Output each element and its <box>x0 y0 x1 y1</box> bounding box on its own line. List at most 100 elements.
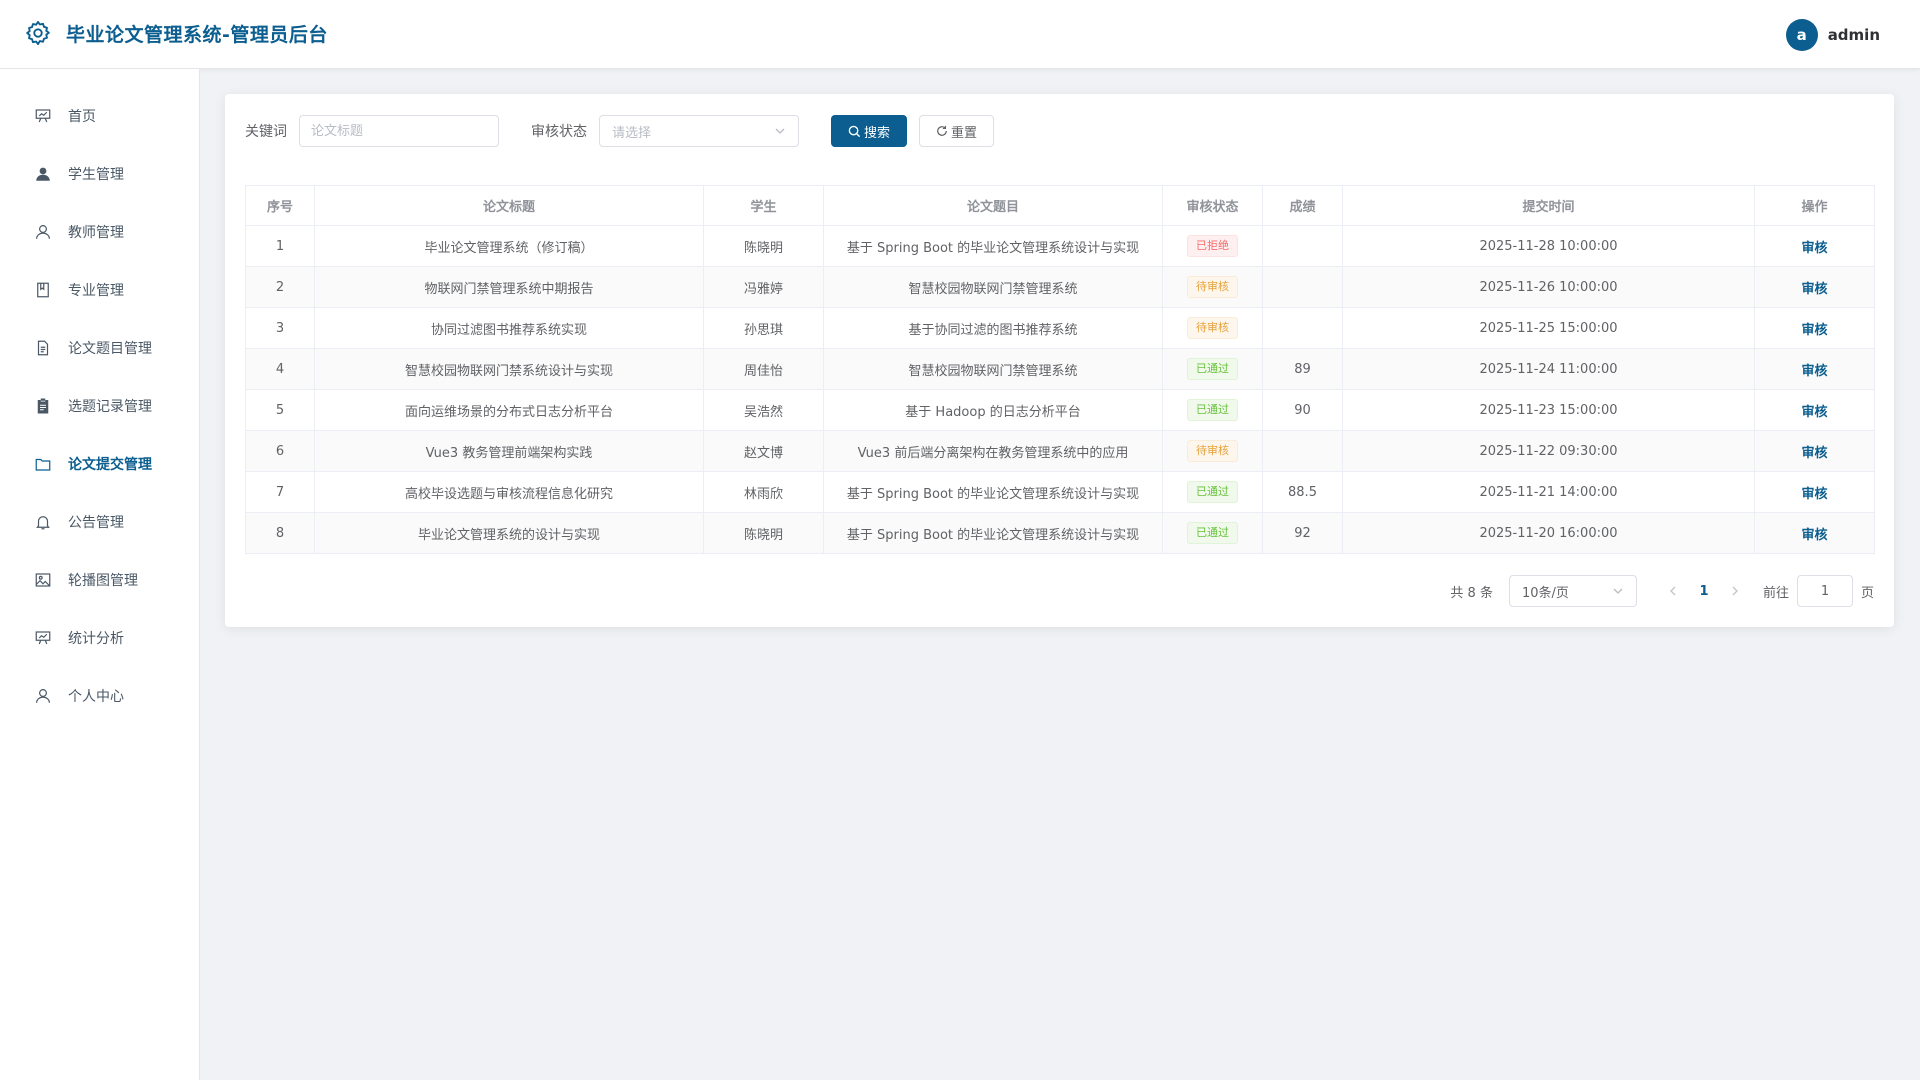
user-icon <box>36 689 50 703</box>
table-row: 3 协同过滤图书推荐系统实现 孙思琪 基于协同过滤的图书推荐系统 待审核 2025-11-… <box>245 307 1875 349</box>
column-header: 审核状态 <box>1162 185 1263 226</box>
sidebar-item-label: 轮播图管理 <box>68 573 138 589</box>
sidebar-item-submissions[interactable]: 论文提交管理 <box>0 435 199 493</box>
page-number-current[interactable]: 1 <box>1687 575 1721 607</box>
next-page-button[interactable] <box>1721 575 1749 607</box>
status-badge: 已通过 <box>1187 358 1238 380</box>
sidebar-item-label: 学生管理 <box>68 167 124 183</box>
chart-icon <box>35 631 51 645</box>
cell-action: 审核 <box>1754 266 1875 308</box>
cell-score: 88.5 <box>1262 471 1343 513</box>
column-header: 学生 <box>703 185 824 226</box>
review-link[interactable]: 审核 <box>1801 282 1827 297</box>
column-header: 提交时间 <box>1342 185 1755 226</box>
sidebar-item-majors[interactable]: 专业管理 <box>0 261 199 319</box>
column-header: 论文题目 <box>823 185 1163 226</box>
notebook-icon <box>37 282 49 298</box>
prev-page-button[interactable] <box>1659 575 1687 607</box>
keyword-input[interactable] <box>299 115 499 147</box>
cell-status: 已通过 <box>1162 389 1263 431</box>
table-header-row: 序号 论文标题 学生 论文题目 审核状态 成绩 提交时间 操作 <box>245 185 1875 226</box>
cell-index: 7 <box>245 471 315 513</box>
sidebar-item-label: 教师管理 <box>68 225 124 241</box>
cell-status: 已拒绝 <box>1162 225 1263 267</box>
cell-title: 毕业论文管理系统的设计与实现 <box>314 512 704 554</box>
sidebar-item-statistics[interactable]: 统计分析 <box>0 609 199 667</box>
avatar[interactable]: a <box>1785 19 1818 51</box>
cell-topic: 基于协同过滤的图书推荐系统 <box>823 307 1163 349</box>
page-unit-label: 页 <box>1860 585 1874 601</box>
filter-bar: 关键词 审核状态 请选择 搜索 重置 <box>245 115 995 147</box>
cell-time: 2025-11-26 10:00:00 <box>1342 266 1755 308</box>
table-row: 4 智慧校园物联网门禁系统设计与实现 周佳怡 智慧校园物联网门禁管理系统 已通过 89 20… <box>245 348 1875 390</box>
cell-action: 审核 <box>1754 471 1875 513</box>
review-link[interactable]: 审核 <box>1801 241 1827 256</box>
cell-index: 3 <box>245 307 315 349</box>
sidebar-item-topics[interactable]: 论文题目管理 <box>0 319 199 377</box>
sidebar-item-profile[interactable]: 个人中心 <box>0 667 199 725</box>
cell-time: 2025-11-25 15:00:00 <box>1342 307 1755 349</box>
table-row: 7 高校毕设选题与审核流程信息化研究 林雨欣 基于 Spring Boot 的毕业论文… <box>245 471 1875 513</box>
review-link[interactable]: 审核 <box>1801 364 1827 379</box>
status-badge: 已通过 <box>1187 481 1238 503</box>
keyword-label: 关键词 <box>245 124 287 140</box>
table-row: 5 面向运维场景的分布式日志分析平台 吴浩然 基于 Hadoop 的日志分析平台 已通过… <box>245 389 1875 431</box>
page-size-select[interactable]: 10条/页 <box>1508 575 1637 607</box>
review-link[interactable]: 审核 <box>1801 528 1827 543</box>
status-badge: 已通过 <box>1187 399 1238 421</box>
cell-time: 2025-11-24 11:00:00 <box>1342 348 1755 390</box>
goto-page-input[interactable] <box>1796 575 1853 607</box>
cell-score: 92 <box>1262 512 1343 554</box>
table-row: 6 Vue3 教务管理前端架构实践 赵文博 Vue3 前后端分离架构在教务管理系统中的… <box>245 430 1875 472</box>
status-select[interactable]: 请选择 <box>599 115 799 147</box>
search-icon <box>848 125 861 137</box>
cell-title: 物联网门禁管理系统中期报告 <box>314 266 704 308</box>
status-badge: 已拒绝 <box>1187 235 1238 257</box>
cell-student: 赵文博 <box>703 430 824 472</box>
cell-time: 2025-11-23 15:00:00 <box>1342 389 1755 431</box>
cell-student: 孙思琪 <box>703 307 824 349</box>
cell-topic: 基于 Hadoop 的日志分析平台 <box>823 389 1163 431</box>
status-label: 审核状态 <box>531 124 587 140</box>
sidebar-item-students[interactable]: 学生管理 <box>0 145 199 203</box>
cell-action: 审核 <box>1754 348 1875 390</box>
sidebar-item-home[interactable]: 首页 <box>0 87 199 145</box>
status-badge: 待审核 <box>1187 276 1238 298</box>
review-link[interactable]: 审核 <box>1801 487 1827 502</box>
cell-title: 面向运维场景的分布式日志分析平台 <box>314 389 704 431</box>
user-menu[interactable]: a admin <box>1785 19 1880 51</box>
cell-student: 吴浩然 <box>703 389 824 431</box>
sidebar-item-announcements[interactable]: 公告管理 <box>0 493 199 551</box>
brand: 毕业论文管理系统-管理员后台 <box>24 19 328 47</box>
cell-index: 2 <box>245 266 315 308</box>
table-row: 8 毕业论文管理系统的设计与实现 陈晓明 基于 Spring Boot 的毕业论文管理… <box>245 512 1875 554</box>
cell-title: 协同过滤图书推荐系统实现 <box>314 307 704 349</box>
submission-card: 关键词 审核状态 请选择 搜索 重置 序号 论文标题 学生 论文题目 审核状态 <box>225 94 1894 627</box>
refresh-icon <box>937 125 947 136</box>
review-link[interactable]: 审核 <box>1801 323 1827 338</box>
chevron-down-icon <box>775 128 785 134</box>
sidebar-item-selection-records[interactable]: 选题记录管理 <box>0 377 199 435</box>
cell-score: 89 <box>1262 348 1343 390</box>
cell-score <box>1262 266 1343 308</box>
cell-score <box>1262 430 1343 472</box>
sidebar-item-label: 论文题目管理 <box>68 341 152 357</box>
goto-page: 前往 页 <box>1763 575 1874 607</box>
submission-table: 序号 论文标题 学生 论文题目 审核状态 成绩 提交时间 操作 1 毕业论文管理系… <box>245 185 1875 554</box>
username[interactable]: admin <box>1828 26 1880 44</box>
table-row: 2 物联网门禁管理系统中期报告 冯雅婷 智慧校园物联网门禁管理系统 待审核 2025-11… <box>245 266 1875 308</box>
review-link[interactable]: 审核 <box>1801 405 1827 420</box>
sidebar-item-teachers[interactable]: 教师管理 <box>0 203 199 261</box>
review-link[interactable]: 审核 <box>1801 446 1827 461</box>
bell-icon <box>36 516 50 530</box>
chevron-left-icon <box>1670 586 1676 596</box>
cell-student: 林雨欣 <box>703 471 824 513</box>
sidebar-item-carousel[interactable]: 轮播图管理 <box>0 551 199 609</box>
search-button[interactable]: 搜索 <box>831 115 908 147</box>
cell-status: 已通过 <box>1162 348 1263 390</box>
reset-button[interactable]: 重置 <box>919 115 995 147</box>
chevron-down-icon <box>1613 588 1623 594</box>
goto-label: 前往 <box>1762 585 1789 601</box>
cell-topic: 基于 Spring Boot 的毕业论文管理系统设计与实现 <box>823 471 1163 513</box>
cell-score: 90 <box>1262 389 1343 431</box>
